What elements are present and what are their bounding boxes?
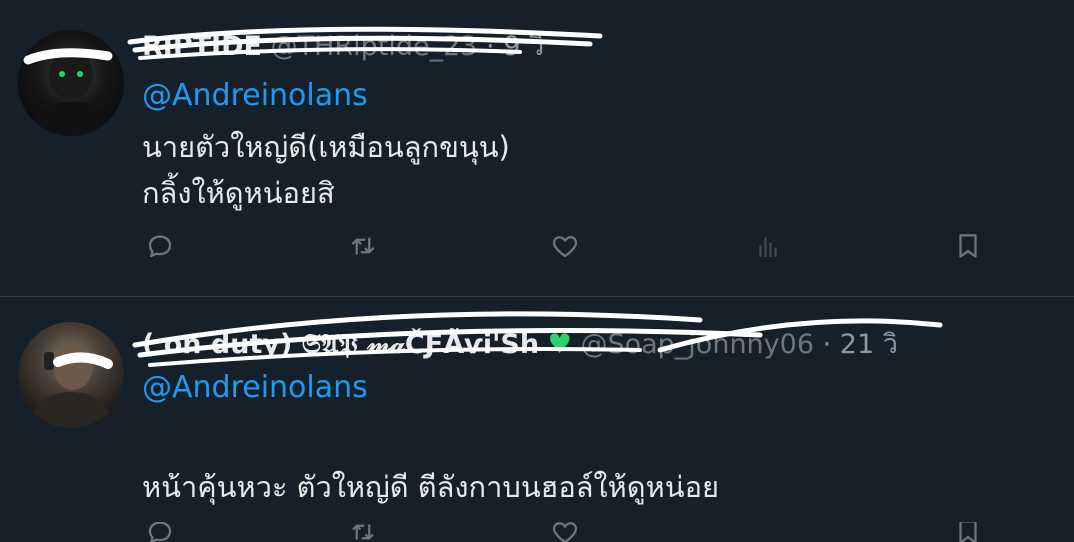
bookmark-button[interactable]	[950, 228, 986, 264]
tweet-header: ( on duty) 𝔖𝔄𝔓 𝓂𝒶ČƑÃѵi'Sh ♥ @Soap_johnny…	[142, 329, 898, 360]
tweet-line: นายตัวใหญ่ดี(เหมือนลูกขนุน)	[142, 130, 510, 164]
tweet-actions	[142, 228, 982, 264]
avatar[interactable]	[18, 30, 124, 136]
views-icon	[759, 237, 777, 258]
retweet-button[interactable]	[345, 228, 381, 264]
bookmark-icon	[959, 234, 977, 258]
user-handle[interactable]: @Soap_johnny06	[580, 329, 814, 360]
user-handle[interactable]: @THRiptide_23	[271, 31, 478, 62]
retweet-icon	[351, 237, 375, 255]
reply-button[interactable]	[142, 228, 178, 264]
tweet-text: หน้าคุ้นหวะ ตัวใหญ่ดี ตีลังกาบนฮอล์ให้ดู…	[142, 464, 719, 510]
views-button[interactable]	[750, 228, 786, 264]
display-name[interactable]: ( on duty) 𝔖𝔄𝔓 𝓂𝒶ČƑÃѵi'Sh	[142, 329, 539, 360]
bookmark-button[interactable]	[950, 522, 986, 542]
like-button[interactable]	[547, 228, 583, 264]
like-icon	[552, 236, 578, 258]
reply-mention[interactable]: @Andreinolans	[142, 370, 368, 405]
tweet-1[interactable]: RIPTIDE @THRiptide_23 · 9 วิ @Andreinola…	[0, 0, 1074, 296]
tweet-actions	[142, 522, 982, 542]
like-button[interactable]	[547, 522, 583, 542]
reply-button[interactable]	[142, 522, 178, 542]
tweet-header: RIPTIDE @THRiptide_23 · 9 วิ	[142, 31, 545, 62]
tweet-text: นายตัวใหญ่ดี(เหมือนลูกขนุน) กลิ้งให้ดูหน…	[142, 124, 510, 216]
avatar-image	[23, 48, 114, 136]
tweet-line: กลิ้งให้ดูหน่อยสิ	[142, 176, 335, 210]
timestamp[interactable]: 9 วิ	[503, 31, 544, 62]
reply-mention[interactable]: @Andreinolans	[142, 78, 368, 113]
shield-icon: ♥	[547, 329, 572, 360]
bookmark-icon	[959, 522, 977, 542]
timestamp[interactable]: 21 วิ	[840, 329, 898, 360]
tweet-line: หน้าคุ้นหวะ ตัวใหญ่ดี ตีลังกาบนฮอล์ให้ดู…	[142, 470, 719, 504]
display-name[interactable]: RIPTIDE	[142, 31, 262, 62]
retweet-icon	[352, 524, 374, 540]
reply-icon	[148, 235, 172, 258]
avatar-image	[26, 342, 116, 428]
avatar[interactable]	[18, 322, 124, 428]
retweet-button[interactable]	[345, 522, 381, 542]
reply-icon	[148, 522, 172, 542]
like-icon	[552, 522, 578, 542]
